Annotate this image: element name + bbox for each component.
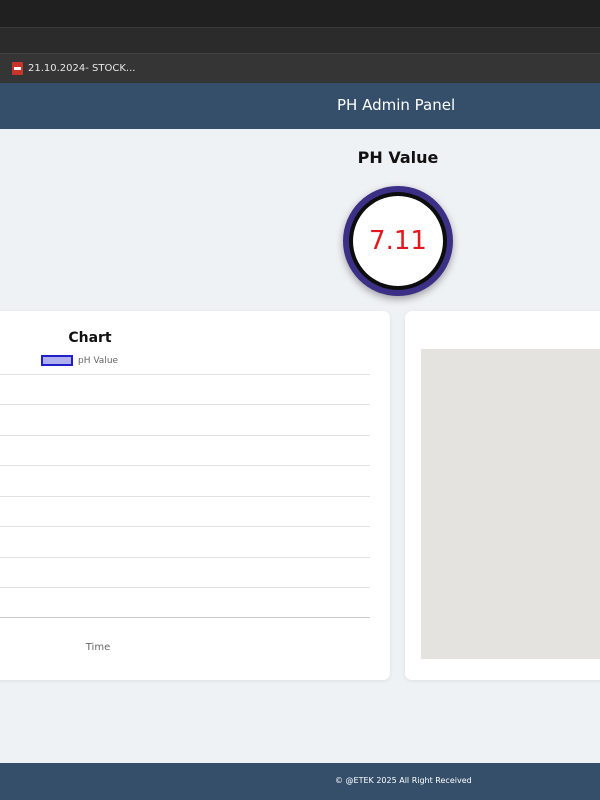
grid-line [0,587,370,588]
browser-toolbar [0,27,600,53]
gauge-face: 7.11 [353,196,443,286]
grid-line [0,465,370,466]
chart-legend[interactable]: pH Value [41,355,118,366]
ph-gauge: 7.11 [343,186,453,296]
grid-line [0,526,370,527]
grid-line [0,404,370,405]
ph-value-readout: 7.11 [369,226,427,256]
grid-line [0,557,370,558]
gauge-ring: 7.11 [349,192,447,290]
page-title: PH Admin Panel [337,96,456,114]
browser-title-bar [0,0,600,27]
pdf-icon [12,62,23,75]
app-footer: © @ETEK 2025 All Right Received [0,763,600,800]
bookmark-item[interactable]: 21.10.2024- STOCK... [12,62,135,75]
legend-swatch [41,355,73,366]
x-axis-line [0,617,370,618]
grid-line [0,435,370,436]
chart-title: Chart [68,330,112,346]
grid-line [0,496,370,497]
bookmarks-bar: 21.10.2024- STOCK... [0,53,600,83]
map-view[interactable] [421,349,600,659]
bookmark-label: 21.10.2024- STOCK... [28,63,136,74]
ph-value-title: PH Value [357,148,439,167]
legend-label: pH Value [78,355,119,366]
x-axis-label: Time [85,642,111,653]
footer-copyright: © @ETEK 2025 All Right Received [335,776,472,785]
grid-line [0,374,370,375]
app-header: PH Admin Panel [0,83,600,129]
